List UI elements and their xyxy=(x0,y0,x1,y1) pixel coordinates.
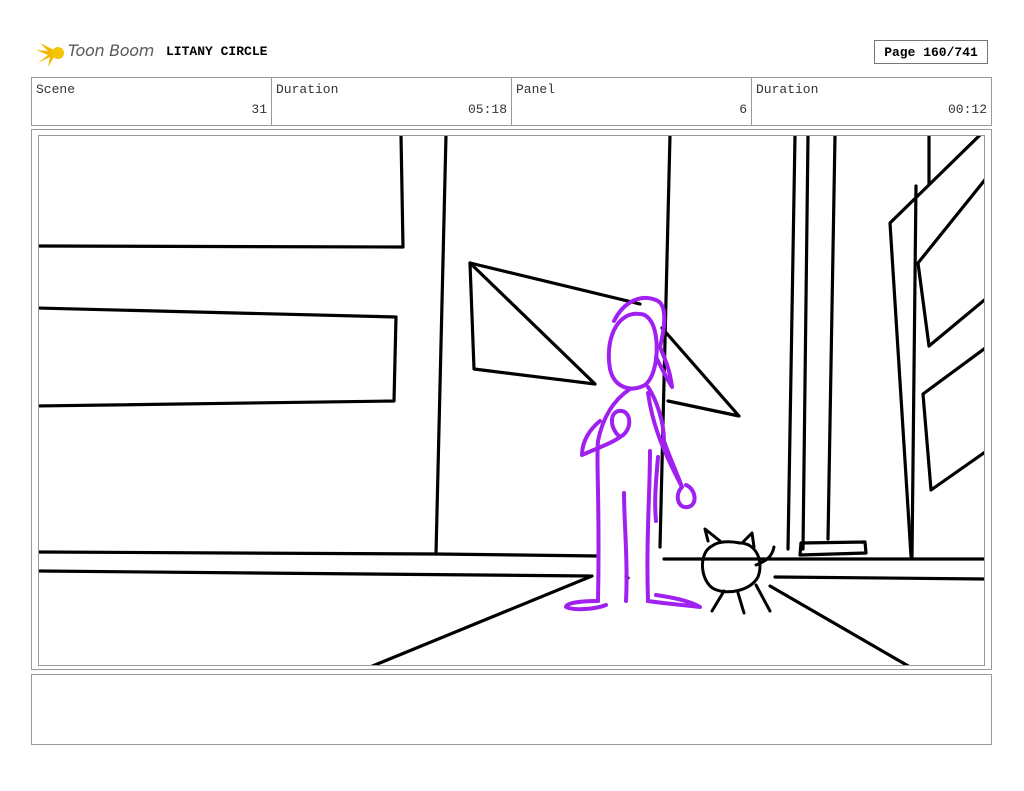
panel-value: 6 xyxy=(739,102,747,117)
scene-cell: Scene 31 xyxy=(32,78,272,125)
panel-label: Panel xyxy=(516,82,556,97)
page-indicator: Page 160/741 xyxy=(874,40,988,64)
scene-duration-label: Duration xyxy=(276,82,339,97)
logo-text: Toon Boom xyxy=(68,41,155,60)
panel-duration-cell: Duration 00:12 xyxy=(752,78,991,125)
scene-value: 31 xyxy=(251,102,267,117)
cat-sketch xyxy=(701,527,776,615)
project-title: LITANY CIRCLE xyxy=(166,44,268,59)
panel-info-row: Scene 31 Duration 05:18 Panel 6 Duration… xyxy=(31,77,992,126)
panel-cell: Panel 6 xyxy=(512,78,752,125)
toon-boom-logo: Toon Boom xyxy=(34,37,164,69)
girl-character-sketch xyxy=(564,295,702,612)
scene-duration-value: 05:18 xyxy=(467,102,507,117)
scene-duration-cell: Duration 05:18 xyxy=(272,78,512,125)
scene-label: Scene xyxy=(36,82,76,97)
panel-frame xyxy=(31,129,992,670)
storyboard-sketch xyxy=(39,136,984,665)
panel-notes-box xyxy=(31,674,992,745)
panel-duration-value: 00:12 xyxy=(947,102,987,117)
starburst-icon xyxy=(36,43,64,67)
panel-drawing xyxy=(38,135,985,666)
panel-duration-label: Duration xyxy=(756,82,819,97)
background-sketch xyxy=(39,136,984,665)
